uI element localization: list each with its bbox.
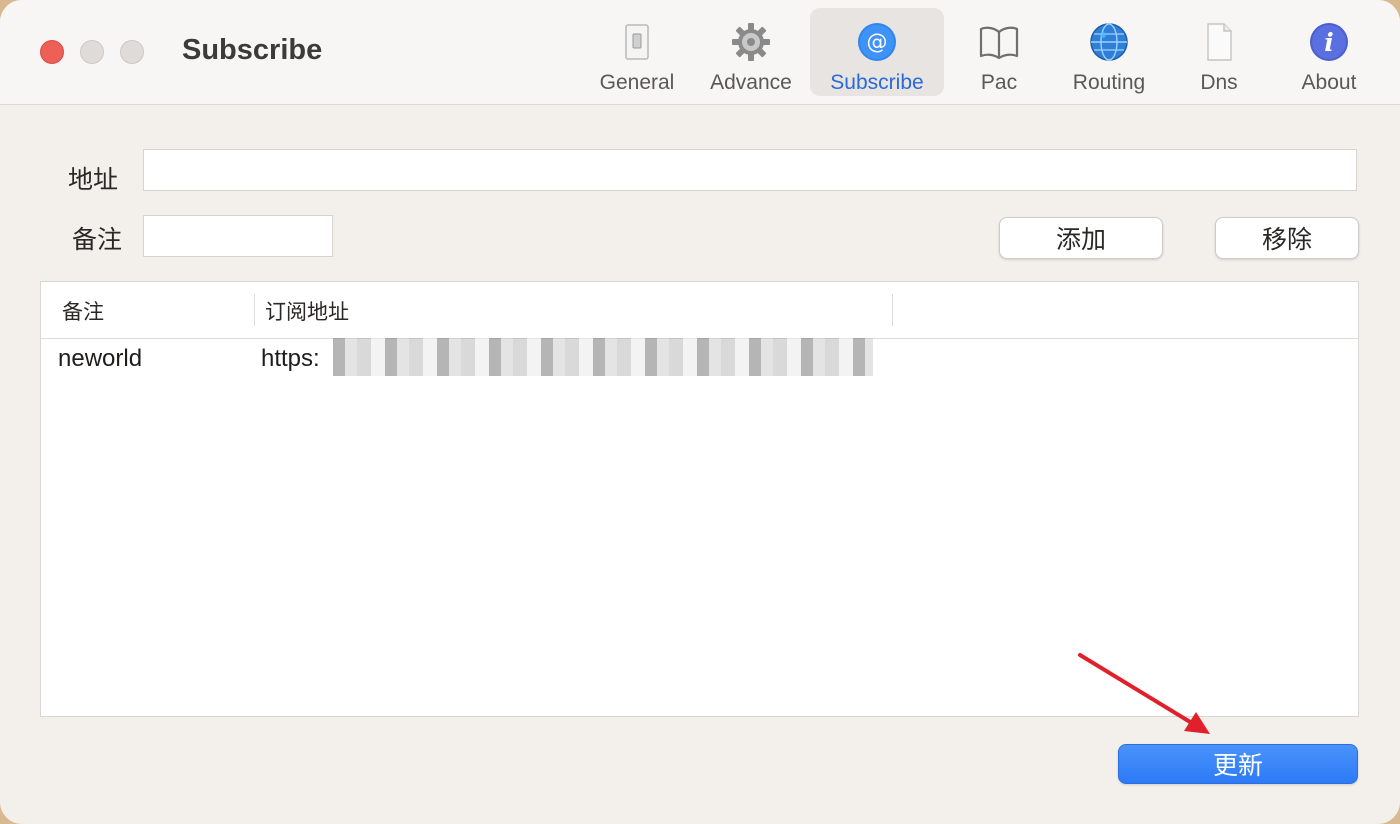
tab-dns[interactable]: Dns [1176,8,1262,96]
tab-label: Routing [1072,71,1146,94]
address-input[interactable] [143,149,1357,191]
info-icon: i [1310,23,1348,61]
row-remark: neworld [58,345,143,372]
svg-text:i: i [1324,28,1334,57]
document-icon [1207,23,1232,61]
at-icon: @ [858,23,896,61]
annotation-arrow-icon [1078,653,1210,734]
book-icon [979,26,1019,60]
update-button[interactable]: 更新 [1118,744,1358,784]
tab-about[interactable]: i About [1282,8,1376,96]
address-label: 地址 [68,166,119,194]
preferences-window: Subscribe General Advance @ Subscribe Pa… [0,0,1400,824]
minimize-window-button[interactable] [80,40,104,64]
title-bar: Subscribe General Advance @ Subscribe Pa… [0,0,1400,105]
table-header: 备注 订阅地址 [41,282,1358,339]
tab-routing[interactable]: Routing [1058,8,1160,96]
column-header-remark[interactable]: 备注 [62,296,104,326]
remark-label: 备注 [72,226,123,254]
remove-button[interactable]: 移除 [1215,217,1359,259]
column-divider [892,294,893,326]
tab-label: General [599,71,675,94]
tab-general[interactable]: General [588,8,686,96]
svg-text:@: @ [867,30,888,54]
close-window-button[interactable] [40,40,64,64]
redacted-url-blur [333,338,873,376]
globe-icon [1090,23,1128,61]
tab-subscribe[interactable]: @ Subscribe [810,8,944,96]
window-title: Subscribe [182,34,323,66]
switch-icon [625,24,649,60]
zoom-window-button[interactable] [120,40,144,64]
add-button[interactable]: 添加 [999,217,1163,259]
remark-input[interactable] [143,215,333,257]
gear-icon [732,23,770,61]
tab-label: Advance [710,71,792,94]
tab-label: About [1301,71,1357,94]
tab-label: Dns [1200,71,1238,94]
row-url: https: [261,345,320,372]
tab-label: Subscribe [830,71,924,94]
tab-pac[interactable]: Pac [952,8,1046,96]
tab-label: Pac [980,71,1018,94]
tab-advance[interactable]: Advance [700,8,802,96]
column-header-url[interactable]: 订阅地址 [265,296,349,326]
column-divider [254,294,255,326]
